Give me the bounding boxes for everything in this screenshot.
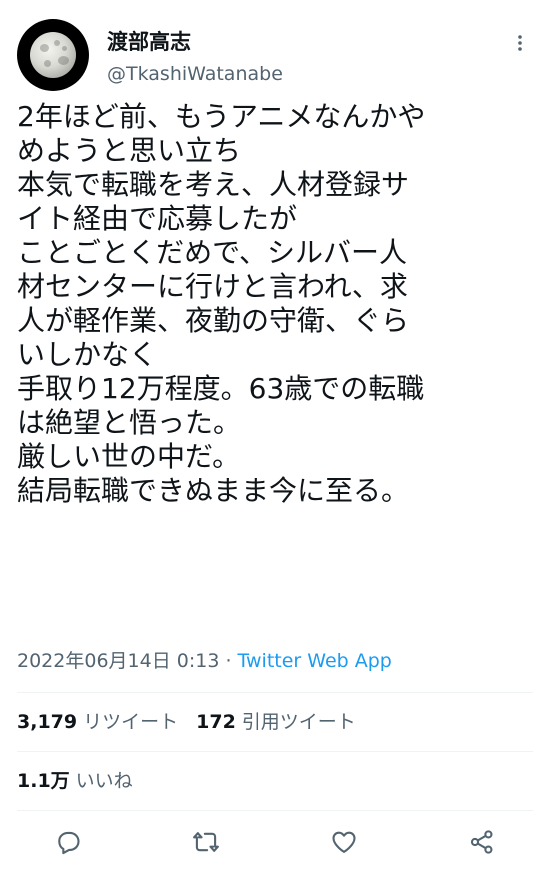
avatar[interactable]: [17, 19, 89, 91]
tweet-text: 2年ほど前、もうアニメなんかや めようと思い立ち 本気で転職を考え、人材登録サ …: [17, 100, 537, 508]
reply-icon[interactable]: [54, 828, 82, 856]
divider: [17, 751, 533, 752]
tweet-line: イト経由で応募したが: [17, 202, 298, 235]
tweet-line: ことごとくだめで、シルバー人: [17, 236, 408, 269]
tweet-line: 人が軽作業、夜勤の守衛、ぐら: [17, 304, 410, 337]
share-icon[interactable]: [468, 828, 496, 856]
tweet-line: いしかなく: [17, 338, 158, 371]
divider: [17, 692, 533, 693]
quotes-stat[interactable]: 172 引用ツイート: [196, 711, 356, 733]
retweets-label: リツイート: [83, 711, 179, 733]
tweet-line: 本気で転職を考え、人材登録サ: [17, 168, 410, 201]
tweet-line: は絶望と悟った。: [17, 406, 242, 439]
likes-label: いいね: [75, 770, 133, 792]
retweet-icon[interactable]: [192, 828, 220, 856]
tweet-header: 渡部高志 @TkashiWatanabe: [0, 0, 550, 98]
quotes-count: 172: [196, 711, 236, 733]
tweet-line: 結局転職できぬまま今に至る。: [17, 474, 410, 507]
tweet-meta: 2022年06月14日 0:13 · Twitter Web App: [17, 646, 392, 673]
retweets-count: 3,179: [17, 711, 78, 733]
likes-count: 1.1万: [17, 770, 70, 792]
likes-stats-row: 1.1万 いいね: [17, 766, 133, 793]
tweet-source-link[interactable]: Twitter Web App: [238, 650, 392, 672]
quotes-label: 引用ツイート: [241, 711, 356, 733]
action-bar: [0, 820, 550, 864]
user-handle[interactable]: @TkashiWatanabe: [107, 63, 283, 85]
tweet-line: 厳しい世の中だ。: [17, 440, 241, 473]
tweet-line: 材センターに行けと言われ、求: [17, 270, 408, 303]
tweet-timestamp[interactable]: 2022年06月14日 0:13: [17, 650, 219, 672]
heart-icon[interactable]: [330, 828, 358, 856]
meta-separator: ·: [219, 650, 238, 672]
moon-image: [30, 32, 76, 78]
retweets-stat[interactable]: 3,179 リツイート: [17, 711, 178, 733]
tweet-line: 手取り12万程度。63歳での転職: [17, 372, 425, 405]
tweet-line: 2年ほど前、もうアニメなんかや: [17, 100, 426, 133]
retweet-stats-row: 3,179 リツイート 172 引用ツイート: [17, 707, 356, 734]
more-vertical-icon[interactable]: [509, 32, 531, 54]
tweet-line: めようと思い立ち: [17, 134, 242, 167]
divider: [17, 810, 533, 811]
display-name[interactable]: 渡部高志: [107, 26, 191, 56]
likes-stat[interactable]: 1.1万 いいね: [17, 770, 133, 792]
